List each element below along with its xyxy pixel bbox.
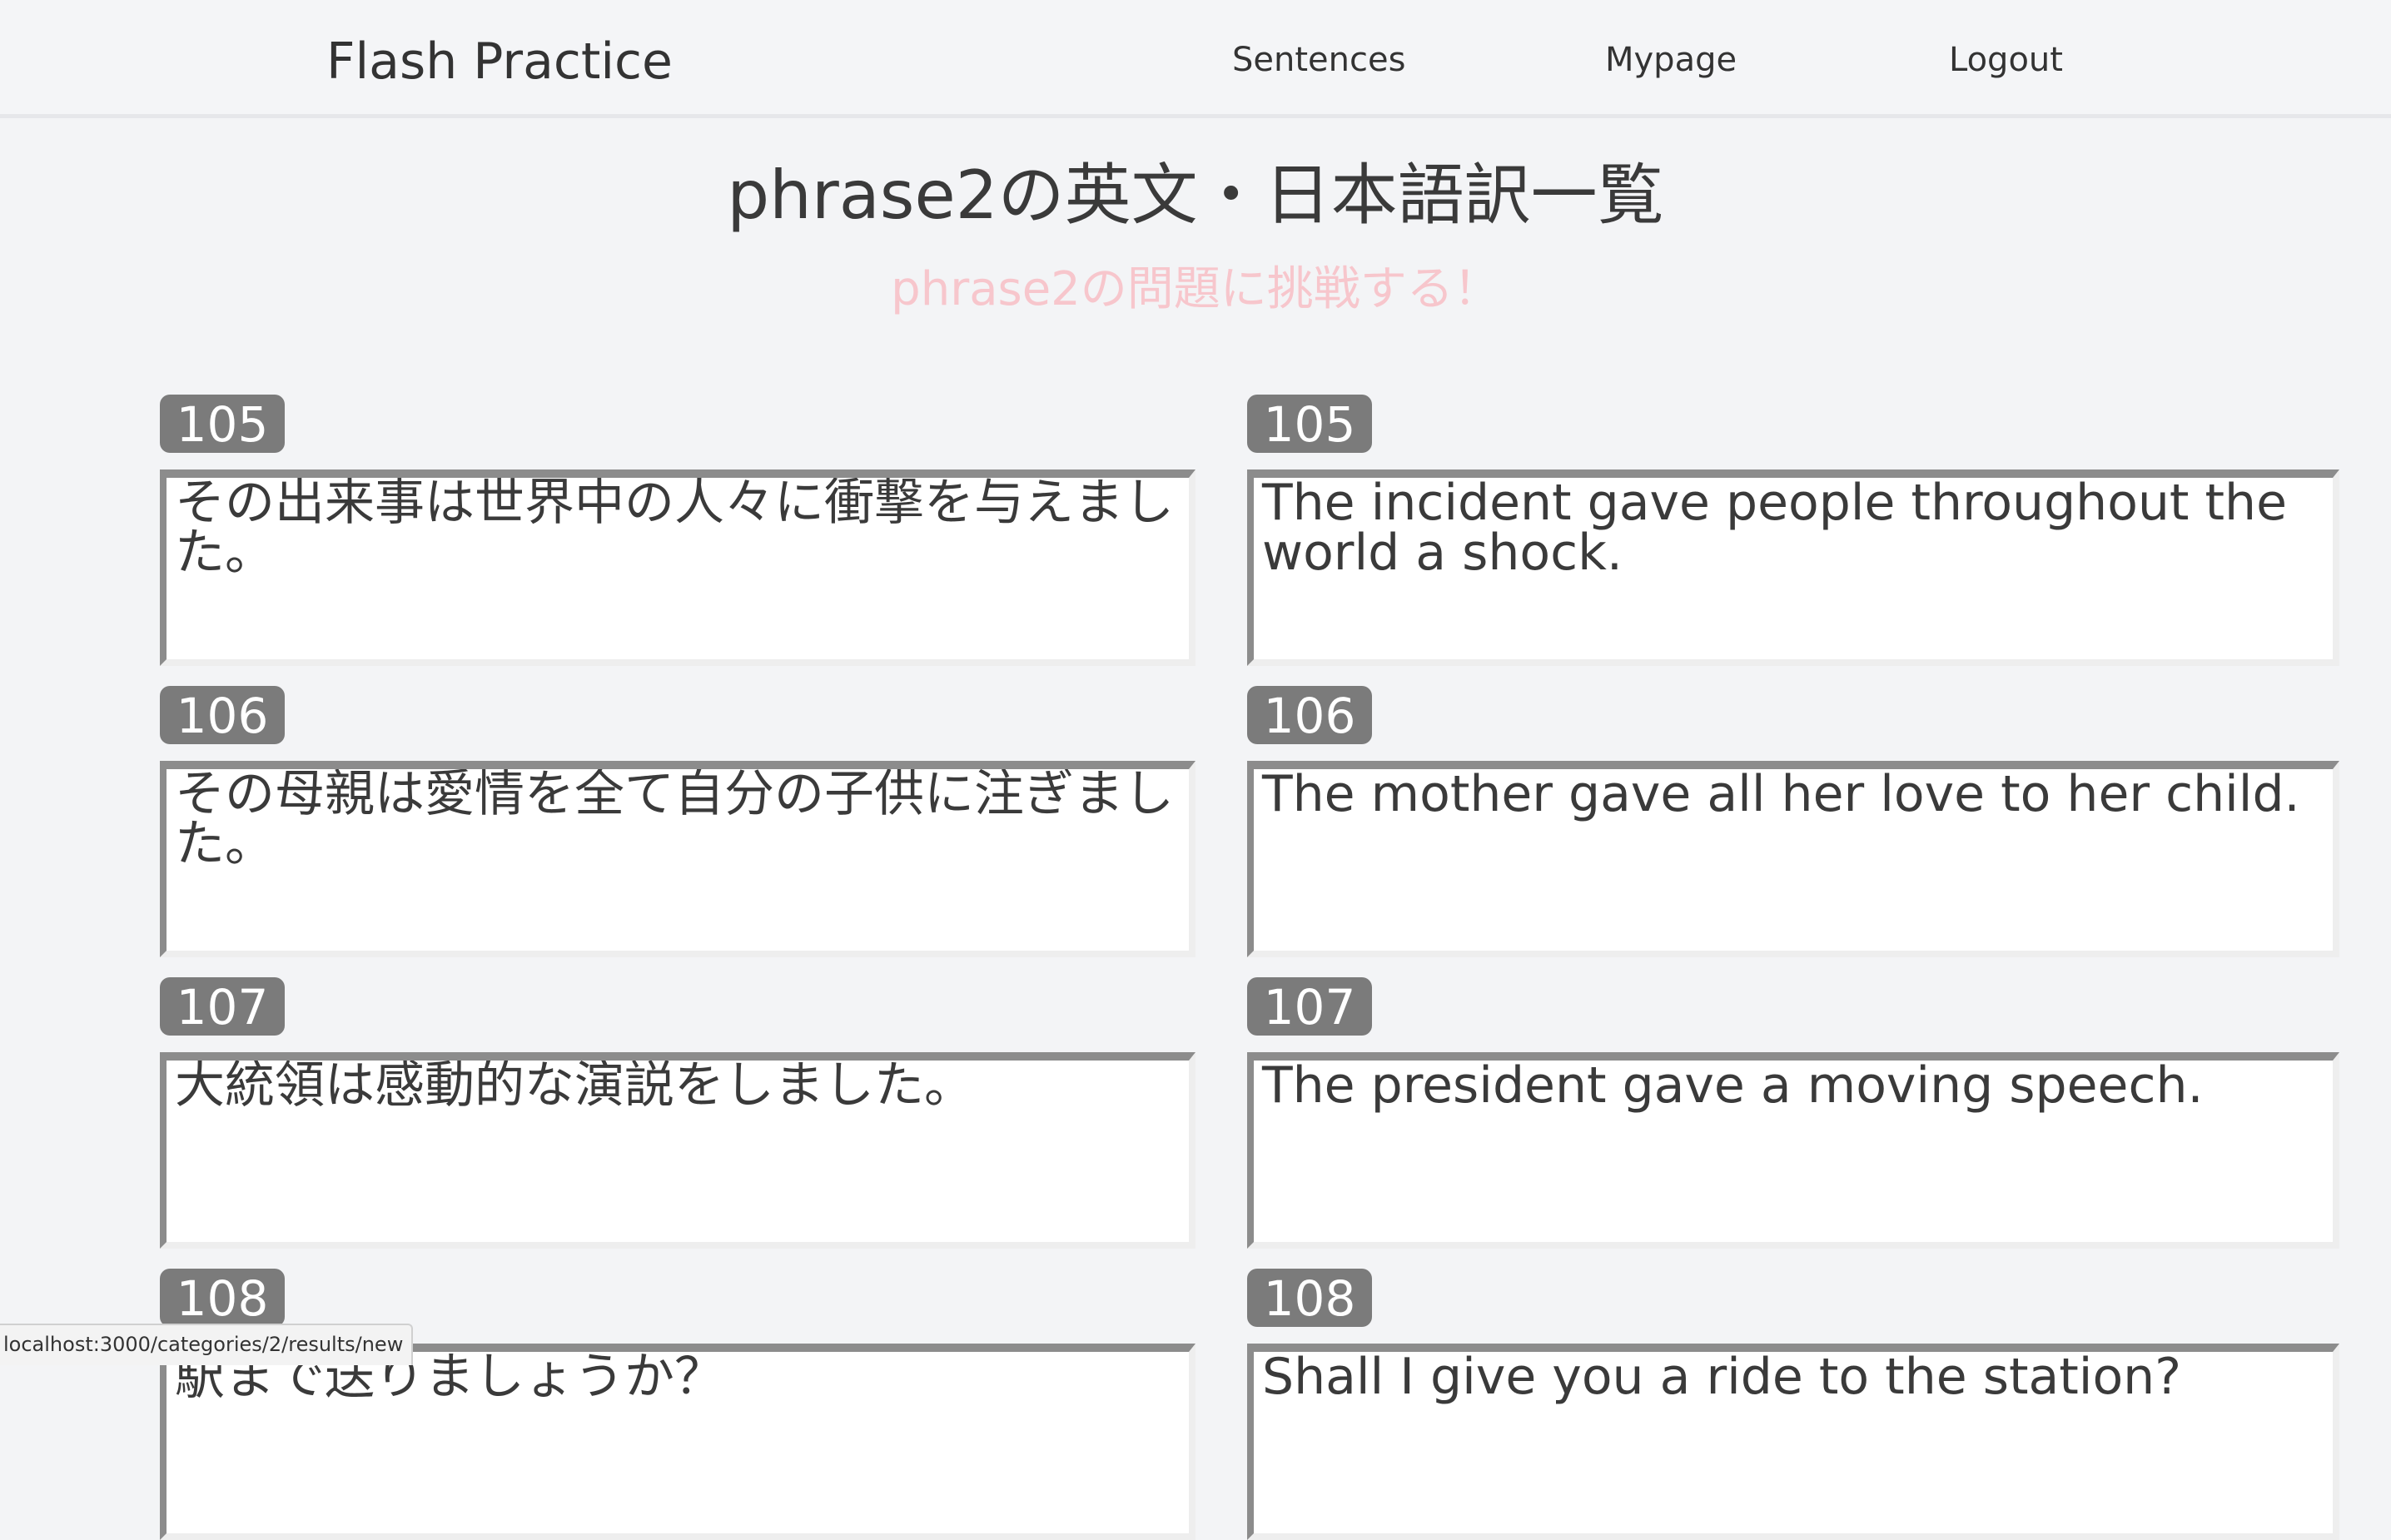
- nav-sentences-link[interactable]: Sentences: [1232, 37, 1405, 83]
- sentence-row: 106 106 その母親は愛情を全て自分の子供に注ぎました。 The mothe…: [0, 686, 2391, 977]
- english-sentence-card: The mother gave all her love to her chil…: [1247, 761, 2339, 957]
- japanese-sentence-card: その出来事は世界中の人々に衝撃を与えました。: [160, 469, 1196, 666]
- number-badge: 107: [1247, 977, 1372, 1036]
- sentence-row: 105 105 その出来事は世界中の人々に衝撃を与えました。 The incid…: [0, 395, 2391, 686]
- english-sentence-card: Shall I give you a ride to the station?: [1247, 1344, 2339, 1540]
- number-badge: 108: [1247, 1269, 1372, 1327]
- number-badge: 107: [160, 977, 285, 1036]
- japanese-sentence-card: 駅まで送りましょうか？: [160, 1344, 1196, 1540]
- sentence-row: 107 107 大統領は感動的な演説をしました。 The president g…: [0, 977, 2391, 1269]
- number-badge: 105: [1247, 395, 1372, 453]
- number-badge: 105: [160, 395, 285, 453]
- nav-mypage-link[interactable]: Mypage: [1605, 37, 1737, 83]
- number-badge: 106: [1247, 686, 1372, 744]
- number-badge: 108: [160, 1269, 285, 1327]
- english-sentence-card: The incident gave people throughout the …: [1247, 469, 2339, 666]
- navbar: Flash Practice Sentences Mypage Logout: [0, 0, 2391, 118]
- browser-status-url: localhost:3000/categories/2/results/new: [0, 1324, 413, 1365]
- nav-logout-link[interactable]: Logout: [1949, 37, 2063, 83]
- page-title: phrase2の英文・日本語訳一覧: [0, 150, 2391, 241]
- number-badge: 106: [160, 686, 285, 744]
- challenge-link[interactable]: phrase2の問題に挑戦する！: [0, 258, 2391, 321]
- japanese-sentence-card: 大統領は感動的な演説をしました。: [160, 1052, 1196, 1249]
- japanese-sentence-card: その母親は愛情を全て自分の子供に注ぎました。: [160, 761, 1196, 957]
- english-sentence-card: The president gave a moving speech.: [1247, 1052, 2339, 1249]
- brand-link[interactable]: Flash Practice: [326, 30, 673, 93]
